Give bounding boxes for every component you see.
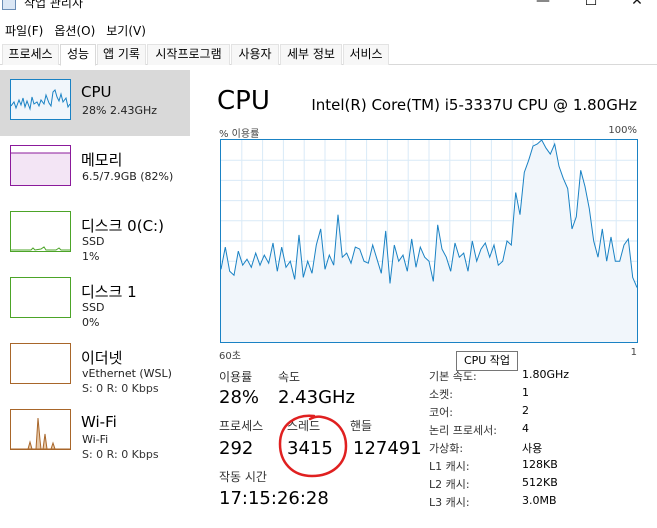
speed-label: 속도 bbox=[278, 370, 301, 384]
maximize-button[interactable]: ☐ bbox=[568, 0, 614, 10]
tab-bar: 프로세스 성능 앱 기록 시작프로그램 사용자 세부 정보 서비스 bbox=[0, 43, 657, 66]
spec-row: 코어: 2 bbox=[429, 404, 649, 422]
task-manager-icon bbox=[2, 0, 16, 10]
red-circle-annotation bbox=[278, 414, 348, 478]
sidebar-detail-memory: 6.5/7.9GB (82%) bbox=[82, 170, 174, 183]
graph-time-span: 60초 bbox=[219, 351, 241, 362]
sidebar-type-disk-1: SSD bbox=[82, 301, 105, 314]
tab-users[interactable]: 사용자 bbox=[231, 44, 279, 65]
tab-details[interactable]: 세부 정보 bbox=[280, 44, 342, 65]
sidebar-label-disk-1: 디스크 1 bbox=[81, 283, 137, 301]
spec-row: L3 캐시: 3.0MB bbox=[429, 494, 649, 512]
memory-thumbnail-graph bbox=[10, 145, 71, 186]
processes-label: 프로세스 bbox=[219, 419, 264, 433]
sidebar-adapter-wifi: Wi-Fi bbox=[82, 433, 109, 446]
utilization-value: 28% bbox=[219, 387, 260, 408]
tab-app-history[interactable]: 앱 기록 bbox=[97, 44, 146, 65]
minimize-button[interactable]: — bbox=[520, 0, 566, 10]
sidebar-label-wifi: Wi-Fi bbox=[81, 413, 117, 431]
sidebar-adapter-ethernet: vEthernet (WSL) bbox=[82, 367, 172, 380]
sidebar-item-ethernet[interactable]: 이더넷 vEthernet (WSL) S: 0 R: 0 Kbps bbox=[0, 334, 190, 400]
close-button[interactable]: ✕ bbox=[614, 0, 657, 10]
sidebar-detail-ethernet: S: 0 R: 0 Kbps bbox=[82, 382, 159, 395]
sidebar-item-disk-0[interactable]: 디스크 0(C:) SSD 1% bbox=[0, 202, 190, 268]
cpu-detail-panel: CPU Intel(R) Core(TM) i5-3337U CPU @ 1.8… bbox=[190, 70, 657, 528]
spec-key: L2 캐시: bbox=[429, 478, 470, 491]
disk1-thumbnail-graph bbox=[10, 277, 71, 318]
spec-row: 논리 프로세서: 4 bbox=[429, 422, 649, 440]
sidebar-type-disk-0: SSD bbox=[82, 235, 105, 248]
spec-key: 가상화: bbox=[429, 442, 464, 455]
spec-row: 소켓: 1 bbox=[429, 386, 649, 404]
spec-key: L1 캐시: bbox=[429, 460, 470, 473]
title-bar: 작업 관리자 — ☐ ✕ bbox=[0, 0, 657, 18]
spec-value: 1.80GHz bbox=[522, 368, 570, 381]
spec-value: 사용 bbox=[522, 442, 543, 455]
spec-value: 1 bbox=[522, 386, 529, 399]
graph-axis-label: % 이용률 bbox=[219, 129, 260, 140]
utilization-label: 이용률 bbox=[219, 370, 253, 384]
menu-view[interactable]: 보기(V) bbox=[101, 19, 152, 39]
menu-file[interactable]: 파일(F) bbox=[0, 19, 49, 39]
window-title: 작업 관리자 bbox=[24, 0, 84, 10]
sidebar-item-disk-1[interactable]: 디스크 1 SSD 0% bbox=[0, 268, 190, 334]
tab-performance[interactable]: 성능 bbox=[60, 44, 96, 66]
cpu-thumbnail-graph bbox=[10, 79, 71, 120]
uptime-label: 작동 시간 bbox=[219, 470, 267, 484]
sidebar-label-memory: 메모리 bbox=[81, 151, 123, 169]
spec-key: 코어: bbox=[429, 406, 453, 419]
sidebar-detail-cpu: 28% 2.43GHz bbox=[82, 104, 158, 117]
graph-axis-max: 100% bbox=[608, 125, 637, 136]
speed-value: 2.43GHz bbox=[278, 387, 356, 408]
disk0-thumbnail-graph bbox=[10, 211, 71, 252]
handles-label: 핸들 bbox=[350, 419, 373, 433]
wifi-thumbnail-graph bbox=[10, 409, 71, 450]
spec-value: 4 bbox=[522, 422, 529, 435]
ethernet-thumbnail-graph bbox=[10, 343, 71, 384]
uptime-value: 17:15:26:28 bbox=[219, 488, 329, 509]
sidebar-label-cpu: CPU bbox=[81, 83, 112, 101]
sidebar-item-cpu[interactable]: CPU 28% 2.43GHz bbox=[0, 70, 190, 136]
sidebar-item-wifi[interactable]: Wi-Fi Wi-Fi S: 0 R: 0 Kbps bbox=[0, 400, 190, 466]
spec-key: L3 캐시: bbox=[429, 496, 470, 509]
tooltip-cpu-work: CPU 작업 bbox=[456, 351, 518, 371]
sidebar-detail-disk-1: 0% bbox=[82, 316, 100, 329]
cpu-model-name: Intel(R) Core(TM) i5-3337U CPU @ 1.80GHz bbox=[311, 96, 637, 114]
menu-options[interactable]: 옵션(O) bbox=[49, 19, 101, 39]
sidebar-detail-disk-0: 1% bbox=[82, 250, 100, 263]
graph-time-end: 1 bbox=[630, 347, 637, 358]
cpu-graph-svg bbox=[221, 140, 637, 342]
spec-key: 논리 프로세서: bbox=[429, 424, 497, 437]
spec-row: L1 캐시: 128KB bbox=[429, 458, 649, 476]
page-title: CPU bbox=[217, 86, 270, 116]
sidebar-label-disk-0: 디스크 0(C:) bbox=[81, 217, 164, 235]
menu-bar: 파일(F) 옵션(O) 보기(V) bbox=[0, 19, 152, 39]
tab-processes[interactable]: 프로세스 bbox=[2, 44, 59, 65]
tab-services[interactable]: 서비스 bbox=[343, 44, 389, 65]
spec-value: 128KB bbox=[522, 458, 558, 471]
handles-value: 127491 bbox=[353, 438, 422, 459]
spec-value: 2 bbox=[522, 404, 529, 417]
processes-value: 292 bbox=[219, 438, 254, 459]
spec-value: 3.0MB bbox=[522, 494, 557, 507]
spec-row: 가상화: 사용 bbox=[429, 440, 649, 458]
resource-sidebar: CPU 28% 2.43GHz 메모리 6.5/7.9GB (82%) 디스크 … bbox=[0, 70, 190, 528]
spec-row: L2 캐시: 512KB bbox=[429, 476, 649, 494]
spec-value: 512KB bbox=[522, 476, 558, 489]
sidebar-label-ethernet: 이더넷 bbox=[81, 349, 123, 367]
cpu-utilization-graph[interactable] bbox=[220, 139, 638, 343]
spec-key: 소켓: bbox=[429, 388, 453, 401]
tab-startup[interactable]: 시작프로그램 bbox=[147, 44, 230, 65]
sidebar-item-memory[interactable]: 메모리 6.5/7.9GB (82%) bbox=[0, 136, 190, 202]
sidebar-detail-wifi: S: 0 R: 0 Kbps bbox=[82, 448, 159, 461]
